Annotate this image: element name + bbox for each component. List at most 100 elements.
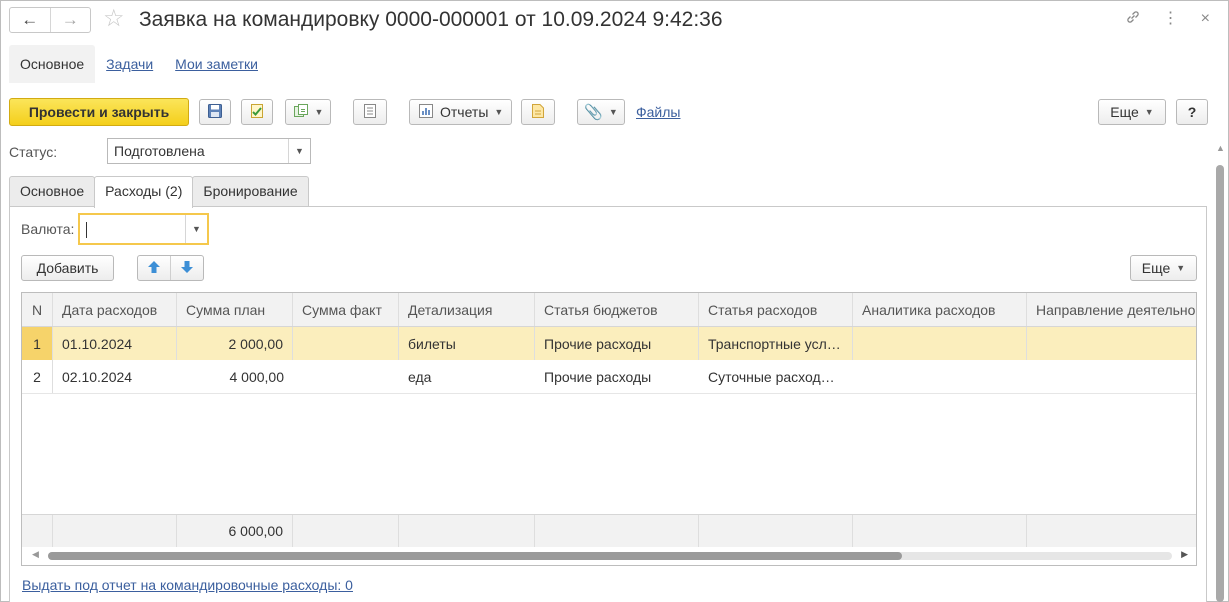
- column-header-analytics[interactable]: Аналитика расходов: [853, 293, 1027, 326]
- create-based-icon: [293, 103, 309, 122]
- cell-analytics[interactable]: [853, 360, 1027, 393]
- horizontal-scrollbar[interactable]: ◀ ▶: [22, 547, 1196, 565]
- status-select[interactable]: Подготовлена ▼: [107, 138, 311, 164]
- note-button[interactable]: [521, 99, 555, 125]
- column-header-direction[interactable]: Направление деятельности: [1027, 293, 1196, 326]
- currency-select[interactable]: ▼: [78, 213, 209, 245]
- footer-cell: [22, 515, 53, 547]
- cell-date[interactable]: 01.10.2024: [53, 327, 177, 360]
- table-more-label: Еще: [1141, 260, 1171, 276]
- vertical-scrollbar[interactable]: ▲: [1214, 141, 1226, 602]
- form-tab-tasks[interactable]: Задачи: [95, 45, 164, 83]
- reports-button[interactable]: Отчеты ▼: [409, 99, 512, 125]
- paperclip-icon: 📎: [584, 104, 603, 121]
- row-number: 1: [22, 327, 53, 360]
- scroll-left-icon[interactable]: ◀: [32, 549, 39, 560]
- document-window: ← → ☆ Заявка на командировку 0000-000001…: [0, 0, 1229, 602]
- chevron-down-icon[interactable]: ▼: [288, 139, 310, 163]
- column-header-date[interactable]: Дата расходов: [53, 293, 177, 326]
- post-document-icon: [249, 103, 265, 122]
- cell-analytics[interactable]: [853, 327, 1027, 360]
- table-footer: 6 000,00: [22, 514, 1196, 547]
- favorite-star-icon[interactable]: ☆: [103, 5, 125, 33]
- create-based-on-button[interactable]: ▼: [285, 99, 331, 125]
- reports-label: Отчеты: [440, 104, 489, 120]
- cell-plan-sum[interactable]: 2 000,00: [177, 327, 293, 360]
- column-header-n[interactable]: N: [22, 293, 53, 326]
- currency-label: Валюта:: [21, 221, 75, 237]
- cell-expense-item[interactable]: Транспортные усл…: [699, 327, 853, 360]
- more-actions-button[interactable]: Еще ▼: [1098, 99, 1166, 125]
- move-up-button[interactable]: [138, 256, 171, 280]
- expenses-table[interactable]: N Дата расходов Сумма план Сумма факт Де…: [21, 292, 1197, 566]
- table-row[interactable]: 2 02.10.2024 4 000,00 еда Прочие расходы…: [22, 360, 1196, 393]
- column-header-detail[interactable]: Детализация: [399, 293, 535, 326]
- document-title: Заявка на командировку 0000-000001 от 10…: [139, 8, 723, 31]
- vertical-scroll-thumb[interactable]: [1216, 165, 1224, 602]
- footer-cell: [399, 515, 535, 547]
- add-row-button[interactable]: Добавить: [21, 255, 114, 281]
- form-tab-notes[interactable]: Мои заметки: [164, 45, 269, 83]
- column-header-plan-sum[interactable]: Сумма план: [177, 293, 293, 326]
- sub-tabs: Основное Расходы (2) Бронирование: [9, 176, 309, 208]
- forward-arrow-icon[interactable]: →: [49, 8, 91, 32]
- cell-detail[interactable]: еда: [399, 360, 535, 393]
- move-down-button[interactable]: [171, 256, 203, 280]
- horizontal-scroll-thumb[interactable]: [48, 552, 903, 560]
- status-label: Статус:: [9, 144, 58, 160]
- chevron-down-icon[interactable]: ▼: [185, 215, 207, 243]
- cell-expense-item[interactable]: Суточные расход…: [699, 360, 853, 393]
- column-header-expense-item[interactable]: Статья расходов: [699, 293, 853, 326]
- scroll-up-icon[interactable]: ▲: [1216, 143, 1225, 153]
- row-divider: [22, 393, 1196, 394]
- more-vertical-icon[interactable]: ⋮: [1163, 9, 1179, 31]
- footer-cell: [1027, 515, 1196, 547]
- column-header-budget-item[interactable]: Статья бюджетов: [535, 293, 699, 326]
- files-link[interactable]: Файлы: [636, 104, 680, 120]
- back-arrow-icon[interactable]: ←: [10, 8, 50, 32]
- structure-button[interactable]: [353, 99, 387, 125]
- tab-expenses[interactable]: Расходы (2): [94, 176, 194, 208]
- cell-date[interactable]: 02.10.2024: [53, 360, 177, 393]
- column-header-fact-sum[interactable]: Сумма факт: [293, 293, 399, 326]
- tab-booking[interactable]: Бронирование: [192, 176, 309, 207]
- cell-plan-sum[interactable]: 4 000,00: [177, 360, 293, 393]
- save-button[interactable]: [199, 99, 231, 125]
- chevron-down-icon: ▼: [314, 107, 324, 117]
- cell-fact-sum[interactable]: [293, 360, 399, 393]
- text-cursor: [86, 222, 87, 239]
- footer-total-plan: 6 000,00: [177, 515, 293, 547]
- cell-detail[interactable]: билеты: [399, 327, 535, 360]
- window-controls: ⋮ ×: [1125, 9, 1210, 31]
- tab-main[interactable]: Основное: [9, 176, 96, 207]
- post-button[interactable]: [241, 99, 273, 125]
- currency-input: [80, 215, 185, 243]
- cell-budget-item[interactable]: Прочие расходы: [535, 360, 699, 393]
- link-icon[interactable]: [1125, 9, 1141, 31]
- chevron-down-icon: ▼: [1144, 107, 1154, 117]
- close-icon[interactable]: ×: [1201, 9, 1210, 31]
- arrow-up-icon: [147, 260, 161, 277]
- cell-direction[interactable]: [1027, 360, 1196, 393]
- note-icon: [531, 103, 545, 122]
- more-label: Еще: [1110, 104, 1139, 120]
- attachments-button[interactable]: 📎 ▼: [577, 99, 625, 125]
- footer-cell: [853, 515, 1027, 547]
- cell-direction[interactable]: [1027, 327, 1196, 360]
- chevron-down-icon: ▼: [494, 107, 504, 117]
- reports-icon: [418, 103, 434, 122]
- table-more-button[interactable]: Еще ▼: [1130, 255, 1197, 281]
- cell-fact-sum[interactable]: [293, 327, 399, 360]
- help-button[interactable]: ?: [1176, 99, 1208, 125]
- table-header: N Дата расходов Сумма план Сумма факт Де…: [22, 293, 1196, 327]
- advance-report-link[interactable]: Выдать под отчет на командировочные расх…: [22, 577, 353, 593]
- chevron-down-icon: ▼: [608, 107, 618, 117]
- form-tabs: Основное Задачи Мои заметки: [9, 45, 269, 83]
- table-row[interactable]: 1 01.10.2024 2 000,00 билеты Прочие расх…: [22, 327, 1196, 360]
- horizontal-scroll-track[interactable]: [48, 552, 1172, 560]
- cell-budget-item[interactable]: Прочие расходы: [535, 327, 699, 360]
- scroll-right-icon[interactable]: ▶: [1181, 549, 1188, 560]
- form-tab-main[interactable]: Основное: [9, 45, 96, 83]
- status-value: Подготовлена: [114, 143, 205, 159]
- post-and-close-button[interactable]: Провести и закрыть: [9, 98, 189, 126]
